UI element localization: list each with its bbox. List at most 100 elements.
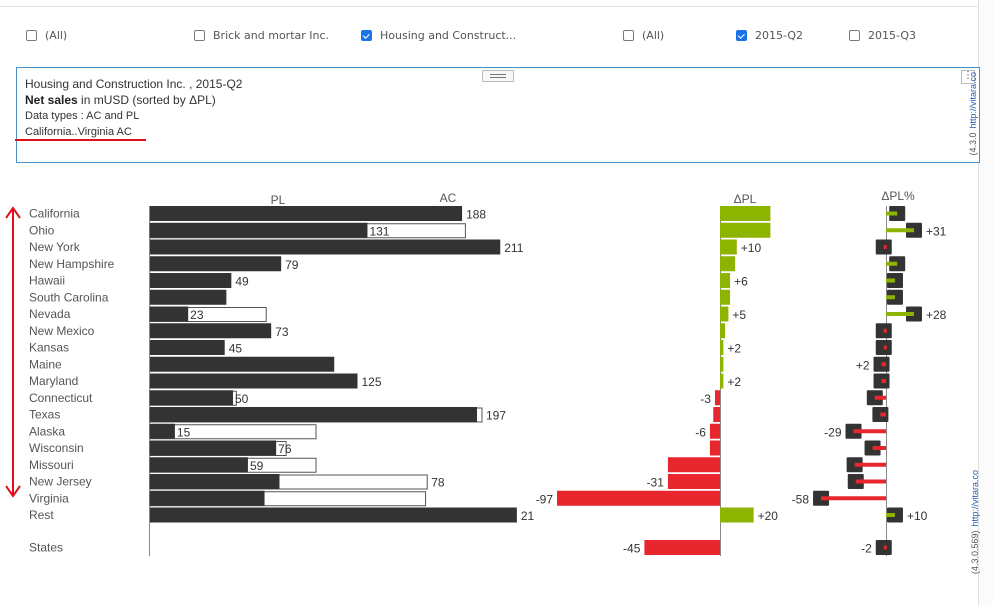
pin-stem (855, 479, 886, 484)
actual-bar (150, 423, 175, 439)
pin-stem (883, 328, 887, 333)
dpl-value-label: +2 (727, 342, 741, 356)
pct-value-label: +10 (907, 509, 928, 523)
actual-bar (150, 390, 233, 406)
dpl-header: ΔPL (734, 192, 757, 206)
ac-header: AC (440, 191, 457, 205)
actual-bar (150, 440, 277, 456)
actual-bar (150, 206, 463, 221)
category-label: Rest (29, 508, 54, 522)
dpl-bar (709, 423, 720, 439)
dpl-bar (720, 356, 724, 372)
actual-bar (150, 356, 335, 372)
pct-value-label: +28 (926, 308, 947, 322)
watermark-link: http://vitara.co (970, 470, 980, 527)
pin-stem (886, 261, 898, 266)
dpl-bar (720, 306, 729, 322)
category-label: California (29, 207, 80, 221)
ac-value-label: 23 (190, 308, 204, 322)
pin-stem (886, 211, 898, 216)
dplpct-header: ΔPL% (881, 189, 915, 203)
dpl-bar (720, 289, 731, 305)
ac-value-label: 78 (431, 476, 445, 490)
category-label: New Jersey (29, 475, 92, 489)
actual-bar (150, 507, 517, 523)
dpl-bar (720, 507, 754, 523)
ac-value-label: 59 (250, 459, 264, 473)
dpl-value-label: -31 (647, 476, 665, 490)
category-label: Virginia (29, 491, 69, 505)
actual-bar (150, 490, 265, 506)
ac-value-label: 73 (275, 325, 289, 339)
pin-stem (886, 295, 895, 300)
actual-bar (150, 474, 280, 489)
dpl-bar (714, 390, 720, 406)
category-label: Kansas (29, 341, 69, 355)
dpl-value-label: +2 (727, 375, 741, 389)
pct-value-label: +2 (856, 358, 870, 372)
ac-value-label: 15 (177, 425, 191, 439)
dpl-bar (720, 340, 724, 355)
category-label: Texas (29, 408, 60, 422)
dpl-bar (709, 440, 720, 456)
pct-value-label: -58 (792, 492, 810, 506)
category-label: Hawaii (29, 274, 65, 288)
category-label: Alaska (29, 424, 65, 438)
actual-bar (150, 289, 227, 305)
pin-stem (881, 362, 886, 367)
ac-value-label: 188 (466, 208, 486, 222)
category-label: Wisconsin (29, 441, 84, 455)
pl-header: PL (271, 193, 286, 207)
ac-value-label: 131 (369, 224, 389, 238)
pin-stem (886, 312, 914, 316)
pin-stem (883, 245, 887, 249)
dpl-bar (720, 206, 771, 221)
ac-value-label: 211 (504, 241, 523, 255)
actual-bar (150, 273, 232, 288)
dpl-value-label: +6 (734, 275, 748, 289)
dpl-value-label: +10 (741, 241, 762, 255)
ac-value-label: 125 (362, 375, 382, 389)
actual-bar (150, 457, 248, 473)
ac-value-label: 76 (278, 442, 292, 456)
dpl-bar (720, 222, 771, 238)
pin-stem (880, 412, 886, 417)
actual-bar (150, 222, 368, 238)
dpl-bar (720, 373, 724, 389)
ac-value-label: 49 (235, 275, 249, 289)
actual-bar (150, 340, 225, 355)
category-label: Connecticut (29, 391, 93, 405)
category-label: States (29, 541, 63, 555)
variance-chart: PL AC ΔPL ΔPL% California 188 Ohio 131 New York 2… (5, 189, 947, 556)
category-label: Nevada (29, 307, 71, 321)
pct-value-label: -2 (861, 542, 872, 556)
dpl-value-label: +20 (758, 509, 779, 523)
category-label: Ohio (29, 223, 55, 237)
category-label: Missouri (29, 458, 74, 472)
dpl-value-label: -6 (695, 425, 706, 439)
category-label: New Mexico (29, 324, 95, 338)
actual-bar (150, 407, 478, 422)
ac-value-label: 45 (229, 342, 243, 356)
pin-stem (872, 446, 886, 450)
pin-stem (883, 345, 887, 350)
pin-stem (854, 462, 886, 467)
category-label: South Carolina (29, 290, 109, 304)
dpl-value-label: -97 (536, 492, 554, 506)
dpl-bar (713, 407, 720, 422)
category-label: New Hampshire (29, 257, 115, 271)
dpl-bar (720, 256, 736, 272)
pin-stem (886, 513, 895, 517)
pin-stem (853, 429, 886, 434)
category-label: Maine (29, 357, 62, 371)
watermark-bottom[interactable]: (4.3.0.569) http://vitara.co (970, 470, 980, 574)
actual-bar (150, 239, 501, 255)
ac-value-label: 79 (285, 258, 299, 272)
actual-bar (150, 373, 358, 389)
actual-bar (150, 323, 272, 339)
pct-value-label: +31 (926, 224, 947, 238)
watermark-version: (4.3.0.569) (970, 530, 980, 575)
pin-stem (821, 496, 886, 501)
category-label: New York (29, 240, 81, 254)
ac-value-label: 197 (486, 409, 506, 423)
